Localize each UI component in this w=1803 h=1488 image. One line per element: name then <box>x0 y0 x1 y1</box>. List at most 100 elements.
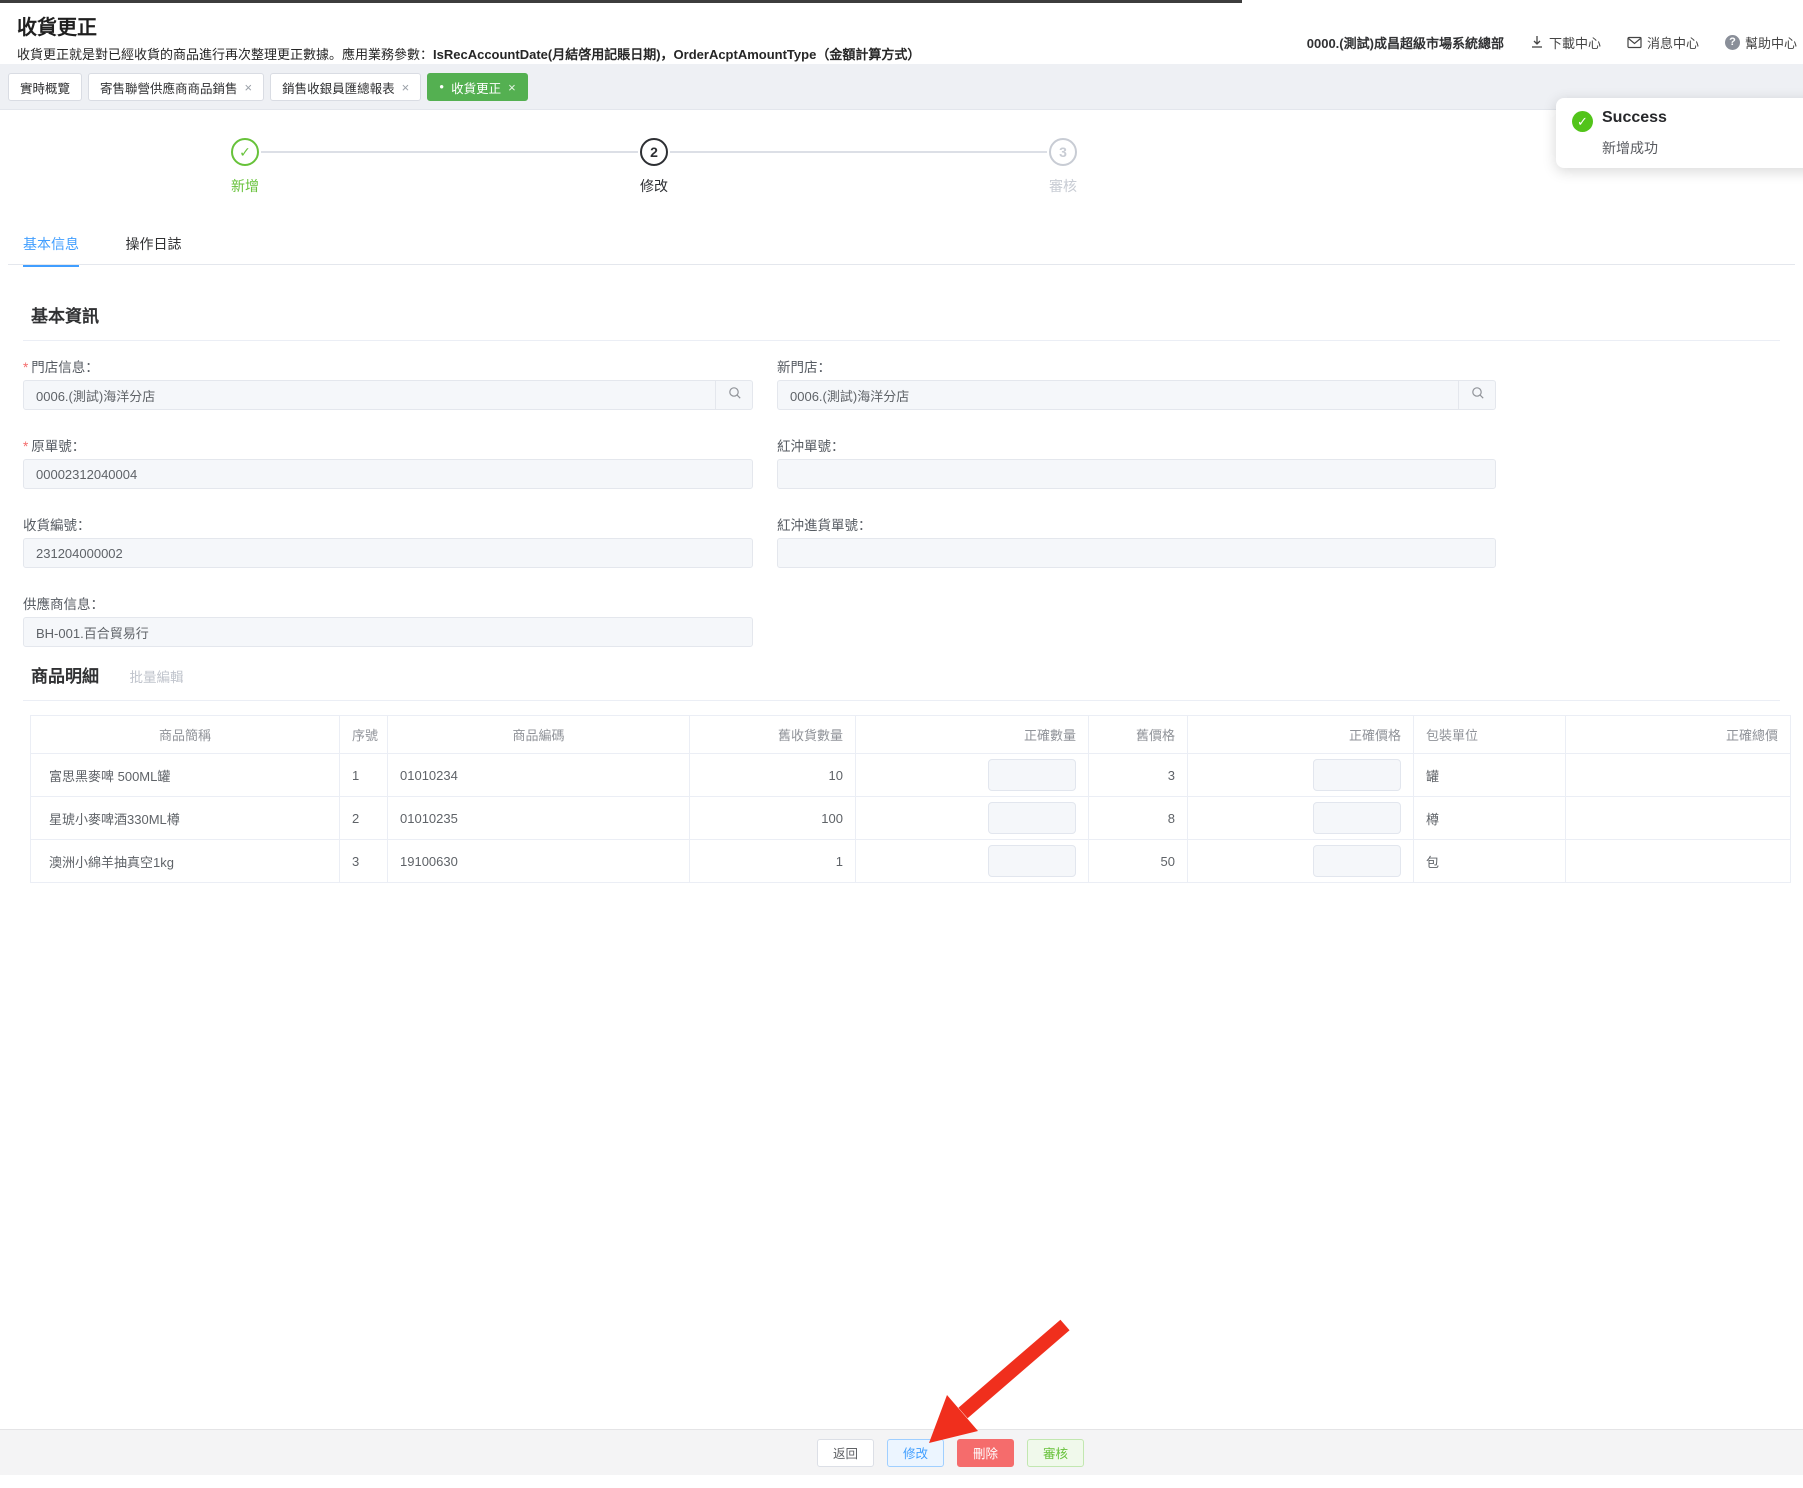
close-icon[interactable]: × <box>402 81 410 94</box>
cell-correct-total <box>1565 796 1791 840</box>
close-icon[interactable]: × <box>245 81 253 94</box>
batch-edit-link[interactable]: 批量編輯 <box>129 666 183 686</box>
field-red-reverse-order-no: 紅沖單號： <box>777 435 1496 489</box>
message-center-link[interactable]: 消息中心 <box>1627 33 1699 52</box>
cell-correct-price <box>1187 753 1414 797</box>
cell-correct-total <box>1565 839 1791 883</box>
tab-label: 寄售聯營供應商商品銷售 <box>100 81 238 96</box>
original-order-no-input[interactable] <box>23 459 753 489</box>
red-reverse-order-no-input[interactable] <box>777 459 1496 489</box>
table-row: 星琥小麥啤酒330ML樽 2 01010235 100 8 樽 <box>30 796 1791 840</box>
supplier-info-input[interactable] <box>23 617 753 647</box>
new-store-input[interactable] <box>777 380 1496 410</box>
cell-old-price: 8 <box>1088 796 1188 840</box>
receipt-no-label: 收貨編號： <box>23 518 91 533</box>
open-tabs-bar: 實時概覽 寄售聯營供應商商品銷售 × 銷售收銀員匯總報表 × ● 收貨更正 × <box>0 64 1803 110</box>
store-info-label: 門店信息： <box>31 360 99 375</box>
tab-receipt-correction-active[interactable]: ● 收貨更正 × <box>427 73 528 101</box>
cell-correct-qty <box>855 753 1089 797</box>
red-reverse-purchase-no-input[interactable] <box>777 538 1496 568</box>
back-button[interactable]: 返回 <box>816 1438 874 1467</box>
correct-price-input[interactable] <box>1313 802 1401 834</box>
org-name[interactable]: 0000.(測試)成昌超級市場系統總部 <box>1307 33 1504 52</box>
red-reverse-purchase-no-label: 紅沖進貨單號： <box>777 518 872 533</box>
success-check-icon: ✓ <box>1572 111 1593 132</box>
audit-button[interactable]: 審核 <box>1027 1438 1085 1467</box>
step-3-circle: 3 <box>1049 138 1077 166</box>
cell-correct-price <box>1187 839 1414 883</box>
store-info-input[interactable] <box>23 380 753 410</box>
cell-seq: 3 <box>339 839 388 883</box>
page-header: 收貨更正 收貨更正就是對已經收貨的商品進行再次整理更正數據。應用業務參數：IsR… <box>0 3 1803 64</box>
cell-old-qty: 100 <box>689 796 856 840</box>
store-search-button[interactable] <box>715 380 753 410</box>
cell-correct-qty <box>855 796 1089 840</box>
tab-cashier-summary-report[interactable]: 銷售收銀員匯總報表 × <box>270 73 422 101</box>
field-original-order-no: * 原單號： <box>23 435 753 489</box>
red-reverse-order-no-label: 紅沖單號： <box>777 439 845 454</box>
correct-qty-input[interactable] <box>988 845 1076 877</box>
detail-tabs: 基本信息 操作日誌 <box>8 228 1795 267</box>
receipt-no-input[interactable] <box>23 538 753 568</box>
field-new-store: 新門店： <box>777 356 1496 410</box>
col-old-qty: 舊收貨數量 <box>689 715 856 754</box>
cell-product-name: 澳洲小綿羊抽真空1kg <box>30 839 340 883</box>
close-icon[interactable]: × <box>508 81 516 94</box>
table-row: 澳洲小綿羊抽真空1kg 3 19100630 1 50 包 <box>30 839 1791 883</box>
new-store-label: 新門店： <box>777 360 831 375</box>
desc-tail: （金額計算方式） <box>816 47 921 62</box>
edit-button[interactable]: 修改 <box>886 1438 944 1467</box>
field-receipt-no: 收貨編號： <box>23 514 753 568</box>
step-2-label: 修改 <box>640 178 668 194</box>
col-correct-qty: 正確數量 <box>855 715 1089 754</box>
message-center-label: 消息中心 <box>1646 35 1699 51</box>
download-icon <box>1530 35 1544 49</box>
correct-price-input[interactable] <box>1313 759 1401 791</box>
cell-correct-qty <box>855 839 1089 883</box>
basic-info-section-head: 基本資訊 <box>23 302 1780 341</box>
tab-operation-log[interactable]: 操作日誌 <box>125 228 181 265</box>
step-2-number: 2 <box>650 144 658 160</box>
cell-product-name: 星琥小麥啤酒330ML樽 <box>30 796 340 840</box>
success-toast: ✓ Success 新增成功 <box>1556 98 1803 168</box>
correct-qty-input[interactable] <box>988 759 1076 791</box>
cell-pack-unit: 罐 <box>1413 753 1566 797</box>
col-correct-price: 正確價格 <box>1187 715 1414 754</box>
cell-pack-unit: 樽 <box>1413 796 1566 840</box>
tab-realtime-overview[interactable]: 實時概覽 <box>8 73 83 101</box>
col-correct-total: 正確總價 <box>1565 715 1791 754</box>
tab-label: 實時概覽 <box>20 81 71 96</box>
cell-seq: 2 <box>339 796 388 840</box>
new-store-search-button[interactable] <box>1458 380 1496 410</box>
col-pack-unit: 包裝單位 <box>1413 715 1566 754</box>
search-icon <box>1471 386 1485 405</box>
cell-correct-price <box>1187 796 1414 840</box>
active-dot-icon: ● <box>439 82 445 91</box>
correct-qty-input[interactable] <box>988 802 1076 834</box>
tab-basic-info[interactable]: 基本信息 <box>23 228 79 267</box>
items-title: 商品明細 <box>31 667 99 686</box>
delete-button[interactable]: 刪除 <box>957 1438 1015 1467</box>
help-center-link[interactable]: ? 幫助中心 <box>1724 33 1797 52</box>
tab-consignment-sales[interactable]: 寄售聯營供應商商品銷售 × <box>88 73 265 101</box>
required-mark: * <box>23 439 29 454</box>
field-supplier-info: 供應商信息： <box>23 593 753 647</box>
cell-correct-total <box>1565 753 1791 797</box>
supplier-info-label: 供應商信息： <box>23 597 104 612</box>
required-mark: * <box>23 360 29 375</box>
download-center-link[interactable]: 下載中心 <box>1530 33 1601 52</box>
table-header-row: 商品簡稱 序號 商品編碼 舊收貨數量 正確數量 舊價格 正確價格 包裝單位 正確… <box>30 715 1791 754</box>
cell-old-qty: 10 <box>689 753 856 797</box>
step-2-circle: 2 <box>640 138 668 166</box>
tab-label: 銷售收銀員匯總報表 <box>282 81 395 96</box>
cell-old-qty: 1 <box>689 839 856 883</box>
field-red-reverse-purchase-no: 紅沖進貨單號： <box>777 514 1496 568</box>
correct-price-input[interactable] <box>1313 845 1401 877</box>
cell-product-code: 01010235 <box>387 796 690 840</box>
step-wizard: ✓ 2 3 新增 修改 審核 <box>8 110 1795 220</box>
col-seq: 序號 <box>339 715 388 754</box>
step-3-number: 3 <box>1059 144 1067 160</box>
help-icon: ? <box>1724 34 1740 50</box>
col-old-price: 舊價格 <box>1088 715 1188 754</box>
cell-seq: 1 <box>339 753 388 797</box>
